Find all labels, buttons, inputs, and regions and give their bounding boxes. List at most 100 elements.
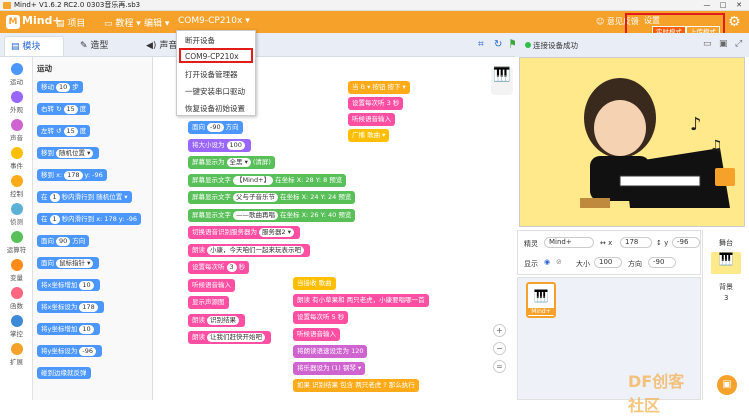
block-input[interactable]: 1 xyxy=(49,215,60,224)
block-input[interactable]: 15 xyxy=(63,127,78,136)
menu-edit[interactable]: 编辑 ▾ xyxy=(144,16,169,29)
x-input[interactable]: 178 xyxy=(620,237,652,248)
refresh-icon[interactable]: ↻ xyxy=(494,39,502,50)
script-block[interactable]: 设置每次听 5 秒 xyxy=(293,311,349,324)
script-block[interactable]: 朗读 识别结果 xyxy=(188,313,245,327)
palette-block[interactable]: 将y坐标增加 10 xyxy=(37,323,100,335)
script-block[interactable]: 面向 -90 方向 xyxy=(188,121,243,134)
block-input[interactable]: 全黑 ▾ xyxy=(226,158,251,167)
palette-block[interactable]: 在 1 秒内滑行到 随机位置 ▾ xyxy=(37,191,132,203)
menu-tutorial[interactable]: ▭ 教程 ▾ xyxy=(104,16,141,29)
palette-block[interactable]: 碰到边缘就反弹 xyxy=(37,367,91,379)
palette-block[interactable]: 移到 随机位置 ▾ xyxy=(37,147,100,159)
category-2[interactable]: 声音 xyxy=(0,119,33,142)
script-block[interactable]: 如果 识别结果 包含 两只老虎 ? 那么执行 xyxy=(293,379,419,392)
block-input[interactable]: 15 xyxy=(63,105,78,114)
category-4[interactable]: 控制 xyxy=(0,175,33,198)
add-backdrop-icon[interactable]: ▣ xyxy=(717,375,737,395)
script-block[interactable]: 听候语音输入 xyxy=(188,278,235,292)
y-input[interactable]: -96 xyxy=(672,237,700,248)
menu-item-com-port[interactable]: COM9-CP210x xyxy=(185,52,239,61)
eye-hide-icon[interactable]: ⊘ xyxy=(556,258,562,266)
palette-block[interactable]: 移动 10 步 xyxy=(37,81,83,93)
minimize-button[interactable]: — xyxy=(700,0,714,11)
palette-block[interactable]: 左转 ↺ 15 度 xyxy=(37,125,91,137)
category-3[interactable]: 事件 xyxy=(0,147,33,170)
menu-item-restore-defaults[interactable]: 恢复设备初始设置 xyxy=(185,103,245,114)
stage-thumbnail[interactable]: 🎹 xyxy=(711,252,741,274)
block-input[interactable]: 随机位置 ▾ xyxy=(56,149,94,158)
script-block[interactable]: 广播 歌曲 ▾ xyxy=(348,129,390,142)
block-input[interactable]: 服务器2 ▾ xyxy=(259,228,294,237)
gear-icon[interactable]: ⚙ xyxy=(728,14,741,30)
block-input[interactable]: ——歌曲再唱 xyxy=(233,210,278,220)
palette-block[interactable]: 面向 鼠标指针 ▾ xyxy=(37,257,100,269)
script-block[interactable]: 听候语音输入 xyxy=(293,328,340,341)
script-block[interactable]: 将朗读语速设定为 120 xyxy=(293,345,368,358)
zoom-reset-icon[interactable]: = xyxy=(493,360,506,373)
block-input[interactable]: 10 xyxy=(79,281,94,290)
category-1[interactable]: 外观 xyxy=(0,91,33,114)
block-input[interactable]: 10 xyxy=(79,325,94,334)
block-input[interactable]: 10 xyxy=(56,83,71,92)
block-input[interactable]: 3 xyxy=(226,263,237,272)
sprite-name-input[interactable]: Mind+ xyxy=(544,237,594,248)
block-input[interactable]: 父与子音乐节 xyxy=(233,193,278,202)
category-0[interactable]: 运动 xyxy=(0,63,33,86)
block-input[interactable]: 让我们赶快开始吧 xyxy=(207,333,265,342)
palette-block[interactable]: 面向 90 方向 xyxy=(37,235,90,247)
palette-block[interactable]: 将x坐标设为 178 xyxy=(37,301,104,313)
script-block[interactable]: 屏幕显示为 全黑 ▾ (清屏) xyxy=(188,156,275,169)
block-input[interactable]: 178 xyxy=(64,171,83,180)
script-block[interactable]: 朗读 小康，今天咱们一起来玩表示吧 xyxy=(188,243,310,257)
script-block[interactable]: 屏幕显示文字 父与子音乐节 在坐标 X: 24 Y: 24 预览 xyxy=(188,191,356,204)
eye-show-icon[interactable]: ◉ xyxy=(544,258,550,266)
script-block[interactable]: 切换语音识别服务器为 服务器2 ▾ xyxy=(188,226,300,239)
menu-item-device-manager[interactable]: 打开设备管理器 xyxy=(185,69,238,80)
palette-block[interactable]: 将x坐标增加 10 xyxy=(37,279,100,291)
category-10[interactable]: 扩展 xyxy=(0,343,33,366)
fullscreen-icon[interactable]: ⤢ xyxy=(735,39,742,49)
sprite-thumbnail[interactable]: 🎹 Mind+ xyxy=(526,282,556,318)
category-9[interactable]: 掌控 xyxy=(0,315,33,338)
large-stage-icon[interactable]: ▣ xyxy=(719,39,728,49)
zoom-in-icon[interactable]: + xyxy=(493,324,506,337)
block-input[interactable]: 小康，今天咱们一起来玩表示吧 xyxy=(207,245,304,255)
menu-project[interactable]: ▤ 项目 xyxy=(56,16,85,29)
maximize-button[interactable]: □ xyxy=(716,0,730,11)
block-input[interactable]: 90 xyxy=(56,237,71,246)
script-block[interactable]: 朗读 有小草果和 两只老虎，小康要唱哪一首 xyxy=(293,294,429,307)
small-stage-icon[interactable]: ▭ xyxy=(703,39,712,49)
crop-icon[interactable]: ⌗ xyxy=(478,39,484,50)
block-input[interactable]: 1 xyxy=(49,193,60,202)
script-block[interactable]: 设置每次听 3 秒 xyxy=(188,261,250,274)
block-input[interactable]: -90 xyxy=(207,123,224,132)
tab-blocks[interactable]: ▤ 模块 xyxy=(4,36,64,56)
block-input[interactable]: 178 xyxy=(79,303,98,312)
script-block[interactable]: 听候语音输入 xyxy=(348,113,395,126)
close-button[interactable]: ✕ xyxy=(732,0,746,11)
direction-input[interactable]: -90 xyxy=(648,257,676,268)
tab-costumes[interactable]: ✎ 造型 xyxy=(74,36,114,56)
category-7[interactable]: 变量 xyxy=(0,259,33,282)
size-input[interactable]: 100 xyxy=(594,257,622,268)
stage-canvas[interactable]: ♪ ♫ xyxy=(519,57,745,227)
category-8[interactable]: 函数 xyxy=(0,287,33,310)
palette-block[interactable]: 右转 ↻ 15 度 xyxy=(37,103,91,115)
zoom-out-icon[interactable]: − xyxy=(493,342,506,355)
block-input[interactable]: -96 xyxy=(79,347,96,356)
script-block[interactable]: 设置每次听 3 秒 xyxy=(348,97,404,110)
script-block[interactable]: 将大小设为 100 xyxy=(188,138,251,152)
script-block[interactable]: 当 B ▾ 按钮 按下 ▾ xyxy=(348,81,410,94)
block-input[interactable]: 100 xyxy=(226,140,245,150)
block-input[interactable]: 识别结果 xyxy=(207,315,239,325)
block-input[interactable]: 鼠标指针 ▾ xyxy=(56,259,94,268)
script-block[interactable]: 当接收 歌曲 xyxy=(293,277,336,290)
script-block[interactable]: 显示声源图 xyxy=(188,296,229,309)
script-block[interactable]: 屏幕显示文字 【Mind+】 在坐标 X: 28 Y: 8 预览 xyxy=(188,173,347,187)
script-block[interactable]: 将乐器设为 (1) 钢琴 ▾ xyxy=(293,362,366,375)
category-5[interactable]: 侦测 xyxy=(0,203,33,226)
palette-block[interactable]: 移到 x: 178 y: -96 xyxy=(37,169,107,181)
script-block[interactable]: 朗读 让我们赶快开始吧 xyxy=(188,331,271,344)
palette-block[interactable]: 在 1 秒内滑行到 x: 178 y: -96 xyxy=(37,213,142,225)
